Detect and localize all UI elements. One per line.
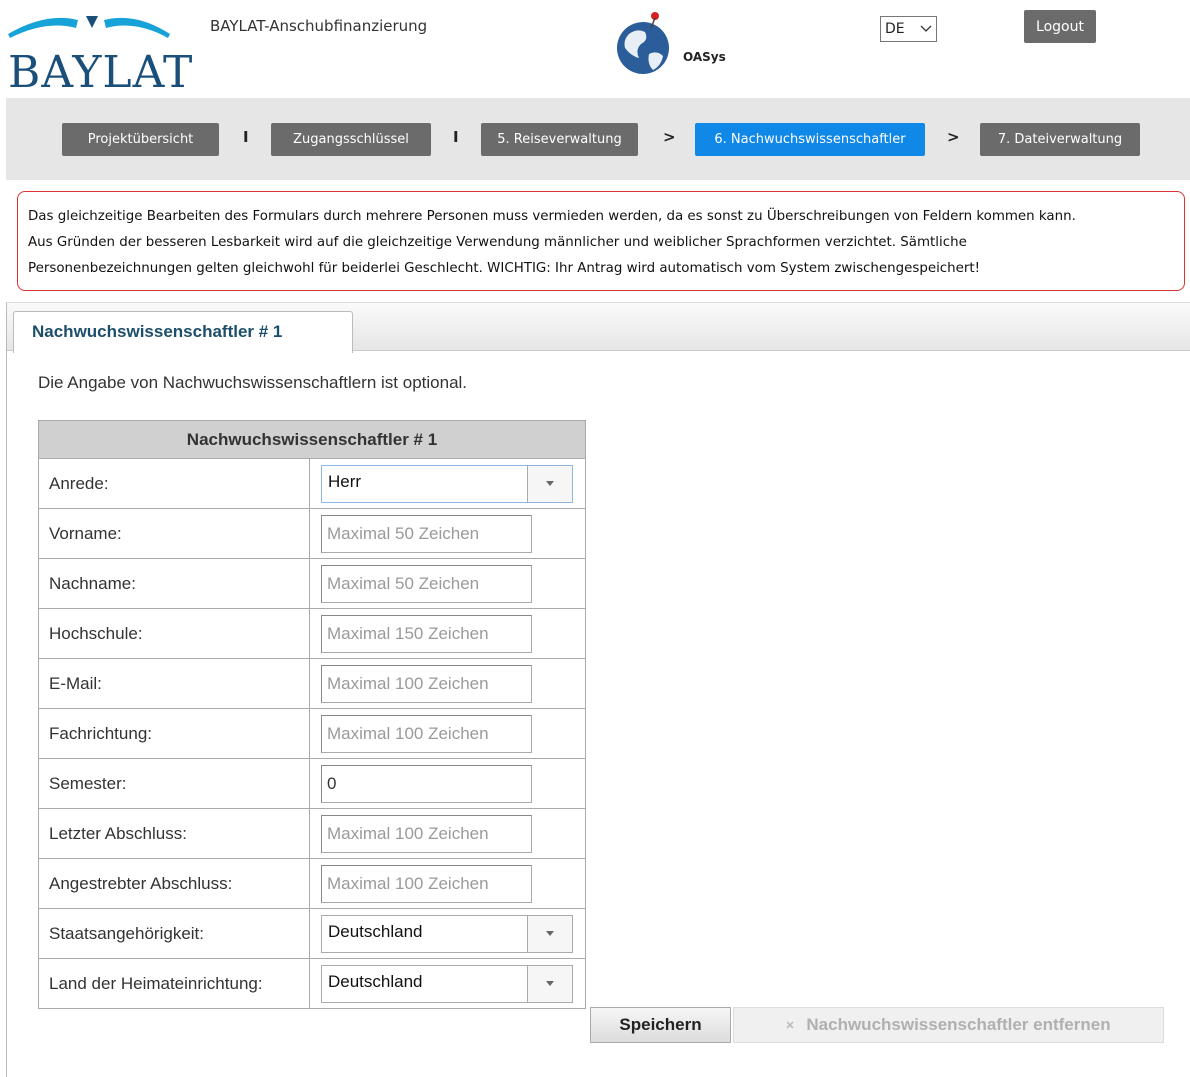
- oasys-logo-text: OASys: [683, 50, 726, 64]
- anrede-value: Herr: [322, 465, 528, 502]
- staatsangehoerigkeit-select[interactable]: Deutschland: [321, 914, 573, 953]
- hochschule-input[interactable]: Maximal 150 Zeichen: [321, 614, 532, 653]
- field-label: Hochschule:: [38, 608, 310, 659]
- form-row: Letzter Abschluss: Maximal 100 Zeichen: [38, 808, 586, 859]
- app-title: BAYLAT-Anschubfinanzierung: [210, 17, 428, 35]
- email-input[interactable]: Maximal 100 Zeichen: [321, 664, 532, 703]
- notice-line: Aus Gründen der besseren Lesbarkeit wird…: [28, 235, 967, 250]
- form-row: Staatsangehörigkeit: Deutschland: [38, 908, 586, 959]
- remove-researcher-button[interactable]: Nachwuchswissenschaftler entfernen: [733, 1007, 1164, 1043]
- intro-text: Die Angabe von Nachwuchswissenschaftlern…: [38, 373, 468, 392]
- field-label: Anrede:: [38, 458, 310, 509]
- step-dateiverwaltung[interactable]: 7. Dateiverwaltung: [980, 123, 1140, 156]
- fachrichtung-input[interactable]: Maximal 100 Zeichen: [321, 714, 532, 753]
- step-nachwuchswissenschaftler[interactable]: 6. Nachwuchswissenschaftler: [695, 123, 925, 156]
- form-row: E-Mail: Maximal 100 Zeichen: [38, 658, 586, 709]
- step-navigation: Projektübersicht I Zugangsschlüssel I 5.…: [6, 98, 1190, 180]
- semester-input[interactable]: 0: [321, 764, 532, 803]
- notice-line: Das gleichzeitige Bearbeiten des Formula…: [28, 209, 1076, 224]
- caret-down-icon: [546, 931, 554, 936]
- globe-icon: [617, 12, 669, 74]
- form-row: Nachname: Maximal 50 Zeichen: [38, 558, 586, 609]
- step-reiseverwaltung[interactable]: 5. Reiseverwaltung: [481, 123, 638, 156]
- land-heimateinrichtung-value: Deutschland: [322, 965, 528, 1002]
- language-select[interactable]: DE: [880, 16, 937, 42]
- notice-box: Das gleichzeitige Bearbeiten des Formula…: [17, 191, 1185, 291]
- oasys-logo: OASys: [615, 10, 740, 80]
- letzter-abschluss-input[interactable]: Maximal 100 Zeichen: [321, 814, 532, 853]
- step-projektuebersicht[interactable]: Projektübersicht: [62, 123, 219, 156]
- save-button[interactable]: Speichern: [590, 1007, 731, 1043]
- field-label: Fachrichtung:: [38, 708, 310, 759]
- form-header: Nachwuchswissenschaftler # 1: [38, 420, 586, 459]
- dropdown-button[interactable]: [528, 965, 572, 1002]
- anrede-select[interactable]: Herr: [321, 464, 573, 503]
- step-zugangsschluessel[interactable]: Zugangsschlüssel: [271, 123, 431, 156]
- form-row: Anrede: Herr: [38, 458, 586, 509]
- field-label: Nachname:: [38, 558, 310, 609]
- vorname-input[interactable]: Maximal 50 Zeichen: [321, 514, 532, 553]
- close-icon: [786, 1021, 794, 1029]
- form-row: Angestrebter Abschluss: Maximal 100 Zeic…: [38, 858, 586, 909]
- step-arrow: >: [663, 128, 676, 146]
- dropdown-button[interactable]: [528, 915, 572, 952]
- tab-panel: Nachwuchswissenschaftler # 1 Die Angabe …: [6, 302, 1190, 1077]
- step-separator: I: [243, 128, 249, 146]
- field-label: Staatsangehörigkeit:: [38, 908, 310, 959]
- language-value: DE: [885, 21, 905, 37]
- remove-researcher-label: Nachwuchswissenschaftler entfernen: [806, 1015, 1111, 1034]
- logo-swoosh-icon: [8, 16, 170, 38]
- caret-down-icon: [546, 481, 554, 486]
- land-heimateinrichtung-select[interactable]: Deutschland: [321, 964, 573, 1003]
- field-label: Land der Heimateinrichtung:: [38, 958, 310, 1009]
- form-row: Vorname: Maximal 50 Zeichen: [38, 508, 586, 559]
- researcher-form: Nachwuchswissenschaftler # 1 Anrede: Her…: [38, 420, 586, 1009]
- field-label: Angestrebter Abschluss:: [38, 858, 310, 909]
- step-separator: I: [453, 128, 459, 146]
- dropdown-button[interactable]: [528, 465, 572, 502]
- form-row: Land der Heimateinrichtung: Deutschland: [38, 958, 586, 1009]
- logo-text: BAYLAT: [8, 47, 194, 98]
- notice-line: Personenbezeichnungen gelten gleichwohl …: [28, 261, 981, 276]
- chevron-down-icon: [920, 25, 932, 32]
- nachname-input[interactable]: Maximal 50 Zeichen: [321, 564, 532, 603]
- field-label: Letzter Abschluss:: [38, 808, 310, 859]
- field-label: E-Mail:: [38, 658, 310, 709]
- angestrebter-abschluss-input[interactable]: Maximal 100 Zeichen: [321, 864, 532, 903]
- tab-nachwuchswissenschaftler-1[interactable]: Nachwuchswissenschaftler # 1: [13, 311, 353, 353]
- logout-button[interactable]: Logout: [1024, 10, 1096, 43]
- staatsangehoerigkeit-value: Deutschland: [322, 915, 528, 952]
- form-row: Hochschule: Maximal 150 Zeichen: [38, 608, 586, 659]
- field-label: Semester:: [38, 758, 310, 809]
- form-row: Semester: 0: [38, 758, 586, 809]
- field-label: Vorname:: [38, 508, 310, 559]
- caret-down-icon: [546, 981, 554, 986]
- step-arrow: >: [947, 128, 960, 146]
- baylat-logo: BAYLAT: [6, 8, 192, 98]
- form-row: Fachrichtung: Maximal 100 Zeichen: [38, 708, 586, 759]
